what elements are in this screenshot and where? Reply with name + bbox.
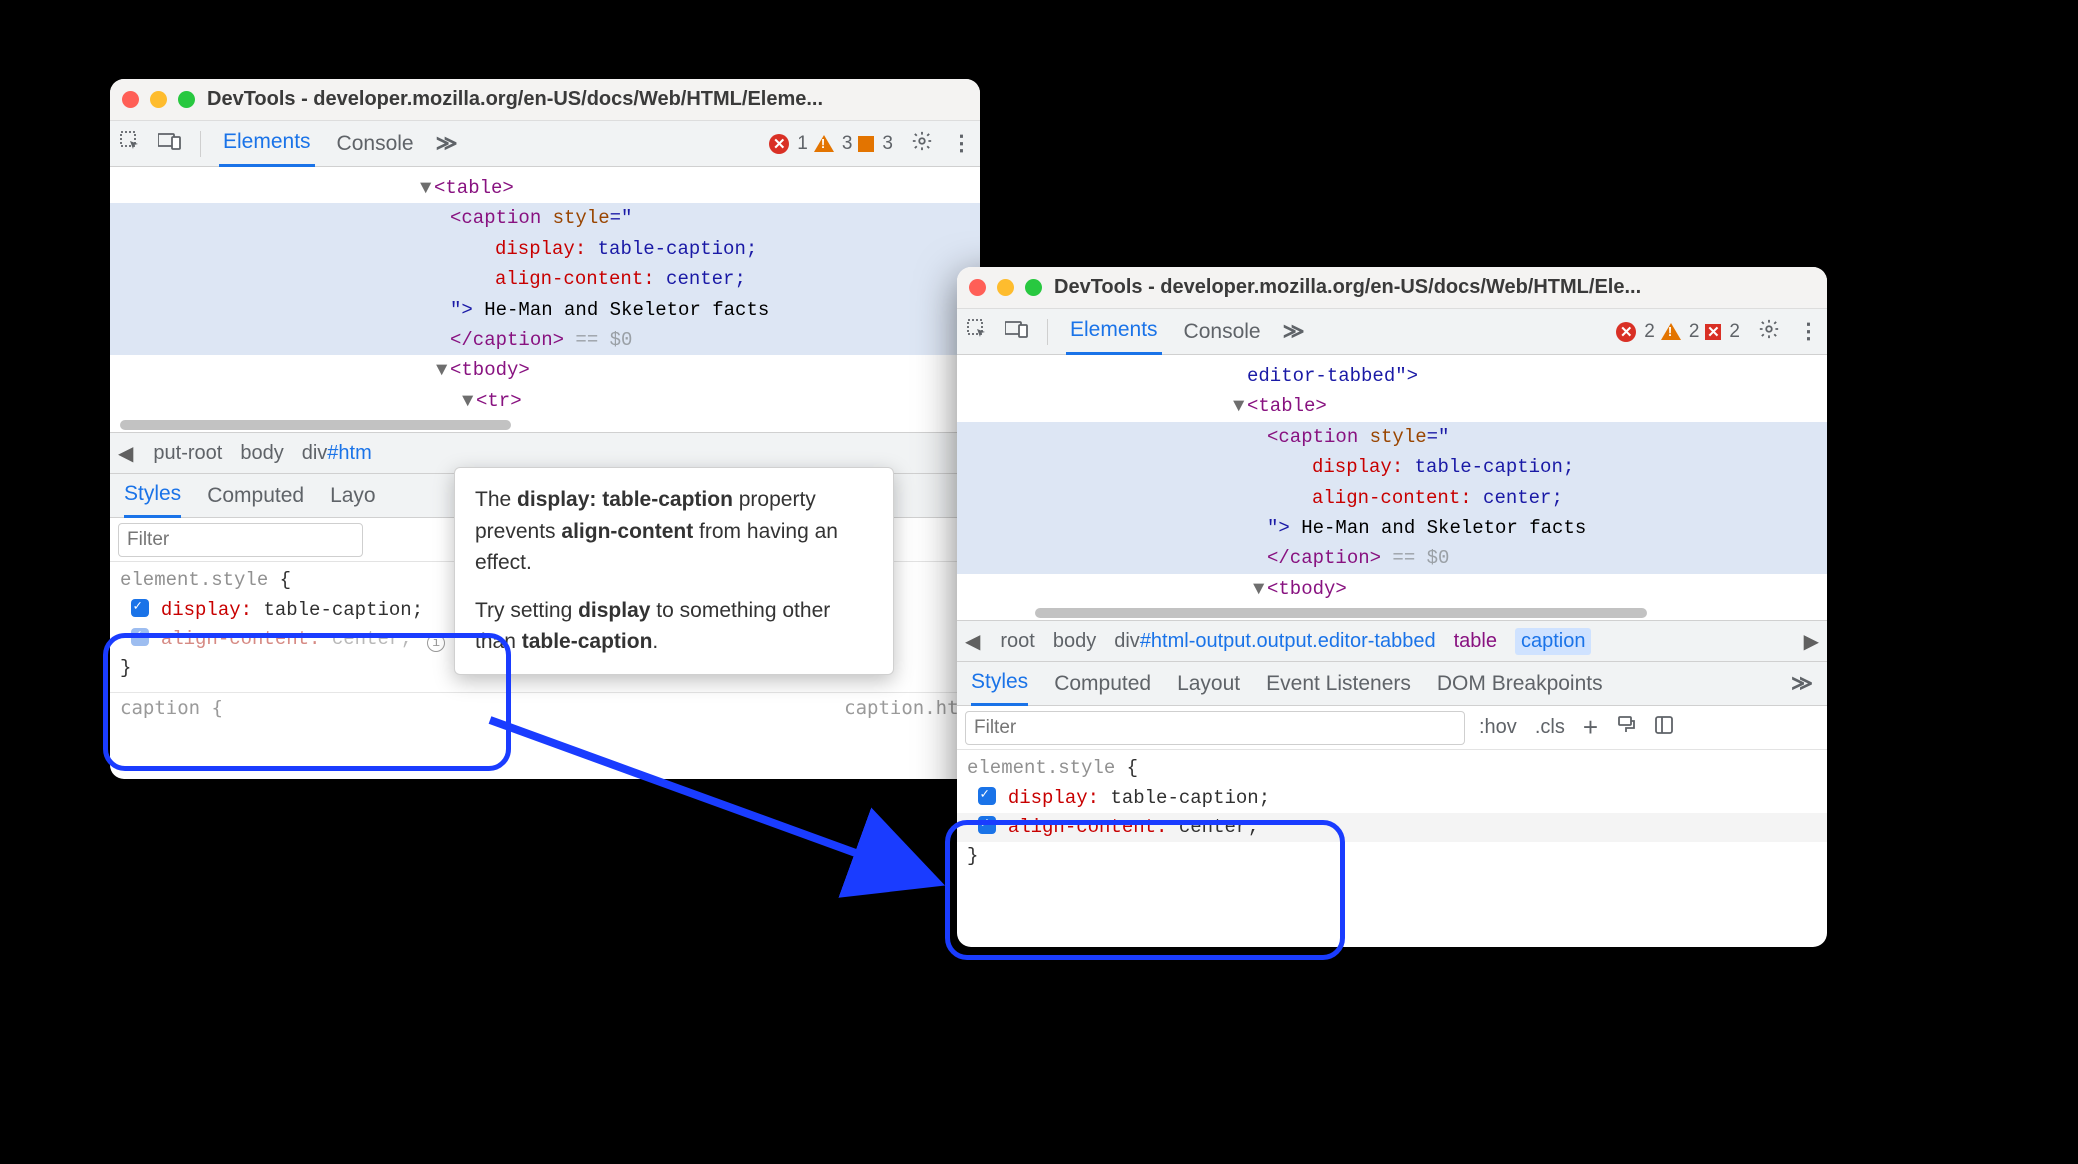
inspect-icon[interactable] — [120, 131, 140, 157]
breadcrumb-next-icon[interactable]: ▶ — [1802, 629, 1821, 654]
settings-icon[interactable] — [911, 130, 933, 158]
checkbox-icon[interactable] — [978, 787, 996, 805]
flag-icon — [858, 136, 874, 152]
css-hint-tooltip: The display: table-caption property prev… — [454, 467, 894, 675]
breadcrumb-item[interactable]: body — [240, 442, 283, 465]
breadcrumb-item[interactable]: put-root — [153, 442, 222, 465]
devtools-window-right: DevTools - developer.mozilla.org/en-US/d… — [957, 267, 1827, 947]
titlebar[interactable]: DevTools - developer.mozilla.org/en-US/d… — [110, 79, 980, 121]
info-icon[interactable]: i — [427, 634, 445, 652]
tab-console[interactable]: Console — [1180, 309, 1265, 355]
more-subtabs-button[interactable]: ≫ — [1791, 671, 1813, 696]
traffic-lights — [969, 279, 1042, 296]
error-icon: ✕ — [1616, 322, 1636, 342]
error-square-icon: ✕ — [1705, 324, 1721, 340]
breadcrumb-item[interactable]: div#htm — [302, 442, 372, 465]
dom-tree[interactable]: ▼<table> <caption style=" display: table… — [110, 167, 980, 432]
truncated-text: caption.htm — [844, 697, 970, 719]
tab-console[interactable]: Console — [333, 121, 418, 167]
computed-panel-icon[interactable] — [1650, 715, 1678, 741]
issue-counts[interactable]: ✕2 2 ✕2 — [1616, 321, 1740, 343]
breadcrumb-item-selected[interactable]: caption — [1515, 628, 1592, 655]
subtab-dom-breakpoints[interactable]: DOM Breakpoints — [1437, 672, 1603, 696]
dom-scrollbar[interactable] — [967, 608, 1817, 618]
subtab-computed[interactable]: Computed — [1054, 672, 1151, 696]
subtab-event-listeners[interactable]: Event Listeners — [1266, 672, 1411, 696]
devtools-toolbar: Elements Console ≫ ✕1 3 3 ⋮ — [110, 121, 980, 167]
subtab-computed[interactable]: Computed — [207, 484, 304, 508]
warning-icon — [1661, 323, 1681, 340]
devtools-toolbar: Elements Console ≫ ✕2 2 ✕2 ⋮ — [957, 309, 1827, 355]
styles-filter-bar: :hov .cls + — [957, 706, 1827, 750]
kebab-menu-icon[interactable]: ⋮ — [1798, 319, 1817, 344]
truncated-text: caption { — [120, 697, 223, 719]
breadcrumb-item[interactable]: body — [1053, 630, 1096, 653]
zoom-window-button[interactable] — [178, 91, 195, 108]
checkbox-icon[interactable] — [131, 599, 149, 617]
kebab-menu-icon[interactable]: ⋮ — [951, 131, 970, 156]
issue-counts[interactable]: ✕1 3 3 — [769, 133, 893, 155]
filter-input[interactable] — [965, 711, 1465, 745]
dom-scrollbar[interactable] — [120, 420, 970, 430]
breadcrumb-prev-icon[interactable]: ◀ — [963, 629, 982, 654]
window-title: DevTools - developer.mozilla.org/en-US/d… — [1054, 276, 1641, 299]
breadcrumb[interactable]: ◀ root body div#html-output.output.edito… — [957, 620, 1827, 662]
device-toggle-icon[interactable] — [158, 132, 182, 156]
traffic-lights — [122, 91, 195, 108]
titlebar[interactable]: DevTools - developer.mozilla.org/en-US/d… — [957, 267, 1827, 309]
tab-elements[interactable]: Elements — [219, 121, 315, 167]
window-title: DevTools - developer.mozilla.org/en-US/d… — [207, 88, 823, 111]
checkbox-icon[interactable] — [978, 816, 996, 834]
minimize-window-button[interactable] — [997, 279, 1014, 296]
breadcrumb-item[interactable]: table — [1454, 630, 1497, 653]
dom-tree[interactable]: editor-tabbed"> ▼<table> <caption style=… — [957, 355, 1827, 620]
error-icon: ✕ — [769, 134, 789, 154]
breadcrumb-item[interactable]: root — [1000, 630, 1034, 653]
subtab-layout[interactable]: Layout — [1177, 672, 1240, 696]
settings-icon[interactable] — [1758, 318, 1780, 346]
new-style-rule-icon[interactable]: + — [1579, 712, 1602, 743]
more-tabs-button[interactable]: ≫ — [436, 131, 458, 156]
inspect-icon[interactable] — [967, 319, 987, 345]
subtab-styles[interactable]: Styles — [124, 474, 181, 518]
close-window-button[interactable] — [122, 91, 139, 108]
breadcrumb-item[interactable]: div#html-output.output.editor-tabbed — [1114, 630, 1435, 653]
checkbox-icon[interactable] — [131, 628, 149, 646]
close-window-button[interactable] — [969, 279, 986, 296]
device-toggle-icon[interactable] — [1005, 320, 1029, 344]
filter-input[interactable] — [118, 523, 363, 557]
breadcrumb-prev-icon[interactable]: ◀ — [116, 441, 135, 466]
subtab-layout[interactable]: Layo — [330, 484, 376, 508]
more-tabs-button[interactable]: ≫ — [1283, 319, 1305, 344]
cls-button[interactable]: .cls — [1531, 716, 1569, 739]
subtab-styles[interactable]: Styles — [971, 662, 1028, 706]
zoom-window-button[interactable] — [1025, 279, 1042, 296]
styles-pane[interactable]: element.style { display: table-caption; … — [957, 750, 1827, 880]
warning-icon — [814, 135, 834, 152]
minimize-window-button[interactable] — [150, 91, 167, 108]
hov-button[interactable]: :hov — [1475, 716, 1521, 739]
styles-subtabs: Styles Computed Layout Event Listeners D… — [957, 662, 1827, 706]
tab-elements[interactable]: Elements — [1066, 309, 1162, 355]
paint-icon[interactable] — [1612, 715, 1640, 741]
